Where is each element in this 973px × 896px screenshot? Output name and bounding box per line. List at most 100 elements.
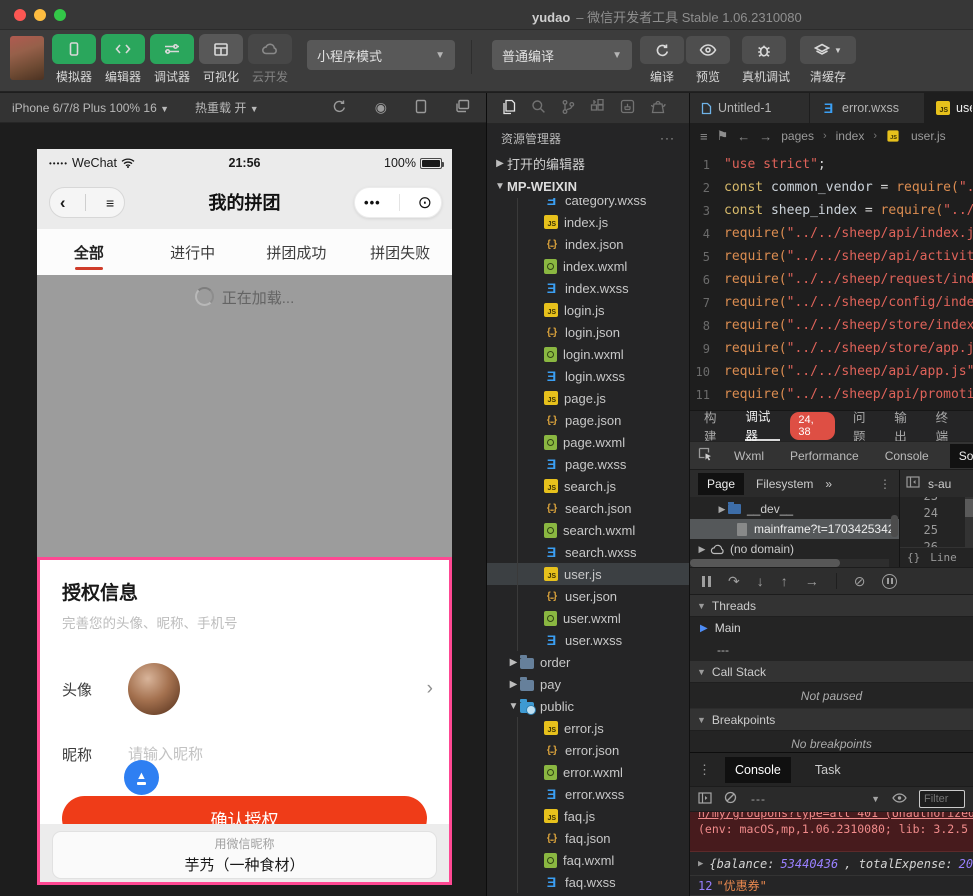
record-icon[interactable]: ◉	[375, 99, 387, 116]
file-row[interactable]: Ǝindex.wxss	[487, 277, 689, 299]
tab-console[interactable]: Console	[725, 757, 791, 783]
file-row[interactable]: {..}error.json	[487, 739, 689, 761]
console-error-entry[interactable]: h/my/groupons?type=all 401 (Unauthorized…	[690, 812, 973, 852]
tab-user-js[interactable]: JS user.js	[925, 93, 973, 123]
wechat-capsule[interactable]: ••• ⊙	[354, 187, 442, 218]
sitemap-icon[interactable]	[620, 99, 635, 117]
hot-reload-toggle[interactable]: 热重载 开 ▼	[195, 99, 259, 116]
code-line[interactable]: 8require("../../sheep/store/index.js"	[690, 314, 973, 337]
zoom-window-button[interactable]	[54, 9, 66, 21]
file-row[interactable]: JSerror.js	[487, 717, 689, 739]
bookmark-icon[interactable]: ⚑	[717, 128, 729, 144]
tab-page[interactable]: Page	[698, 473, 744, 495]
step-out-icon[interactable]: ↑	[781, 573, 788, 589]
tab-in-progress[interactable]: 进行中	[141, 229, 245, 275]
thread-main-row[interactable]: ▶Main	[690, 617, 973, 639]
file-row[interactable]: JSsearch.js	[487, 475, 689, 497]
tab-sources[interactable]: Sources	[950, 444, 973, 468]
visualize-toggle-button[interactable]: 可视化	[199, 34, 243, 85]
context-selector[interactable]: ---	[751, 792, 766, 806]
minimize-window-button[interactable]	[34, 9, 46, 21]
source-control-icon[interactable]	[561, 99, 575, 118]
file-row[interactable]: JSlogin.js	[487, 299, 689, 321]
more-tabs-icon[interactable]: »	[825, 477, 832, 491]
callstack-section[interactable]: ▼Call Stack	[690, 661, 973, 683]
file-row[interactable]: JSuser.js	[487, 563, 689, 585]
code-line[interactable]: 6require("../../sheep/request/index.js"	[690, 268, 973, 291]
back-arrow-icon[interactable]: ←	[737, 129, 750, 144]
horizontal-scrollbar[interactable]	[690, 559, 889, 567]
code-line[interactable]: 7require("../../sheep/config/index.js"	[690, 291, 973, 314]
editor-toggle-button[interactable]: 编辑器	[101, 34, 145, 85]
breakpoints-section[interactable]: ▼Breakpoints	[690, 709, 973, 731]
tab-filesystem[interactable]: Filesystem	[756, 477, 813, 491]
code-editor[interactable]: 1"use strict";2const common_vendor = req…	[690, 149, 973, 410]
clear-console-icon[interactable]	[724, 791, 737, 807]
tab-error-wxss[interactable]: Ǝ error.wxss	[810, 93, 925, 123]
tab-output[interactable]: 输出	[894, 407, 917, 445]
file-row[interactable]: {..}login.json	[487, 321, 689, 343]
open-editors-section[interactable]: ▶ 打开的编辑器	[487, 152, 689, 175]
code-line[interactable]: 5require("../../sheep/api/activity.js"	[690, 245, 973, 268]
remote-debug-button[interactable]: 真机调试	[742, 36, 786, 85]
tab-performance[interactable]: Performance	[785, 444, 864, 468]
tree-item-dev[interactable]: ▶ __dev__	[690, 499, 899, 519]
file-row[interactable]: faq.wxml	[487, 849, 689, 871]
files-icon[interactable]	[501, 99, 516, 118]
tab-task[interactable]: Task	[805, 757, 851, 783]
outline-icon[interactable]: ≡	[700, 129, 708, 144]
avatar-row[interactable]: 头像 ›	[62, 658, 433, 720]
file-row[interactable]: login.wxml	[487, 343, 689, 365]
tab-debugger[interactable]: 调试器	[745, 411, 780, 441]
scrollbar-thumb[interactable]	[891, 515, 898, 537]
tab-all[interactable]: 全部	[37, 229, 141, 275]
teapot-icon[interactable]	[650, 100, 667, 117]
file-row[interactable]: {..}search.json	[487, 497, 689, 519]
tree-item-mainframe[interactable]: mainframe?t=1703425342	[690, 519, 899, 539]
deactivate-breakpoints-icon[interactable]: ⊘	[854, 573, 866, 590]
wechat-nickname-suggestion[interactable]: 用微信昵称 芋艿（一种食材）	[52, 831, 437, 879]
file-row[interactable]: JSfaq.js	[487, 805, 689, 827]
device-selector[interactable]: iPhone 6/7/8 Plus 100% 16 ▼	[12, 101, 169, 115]
code-line[interactable]: 2const common_vendor = require("../../sh…	[690, 176, 973, 199]
file-row[interactable]: Ǝsearch.wxss	[487, 541, 689, 563]
file-row[interactable]: JSpage.js	[487, 387, 689, 409]
live-expression-eye-icon[interactable]	[892, 792, 907, 806]
folder-row[interactable]: ▼public	[487, 695, 689, 717]
step-icon[interactable]: →	[805, 573, 819, 589]
file-row[interactable]: Ǝuser.wxss	[487, 629, 689, 651]
pause-script-icon[interactable]	[702, 576, 711, 587]
close-window-button[interactable]	[14, 9, 26, 21]
extensions-icon[interactable]	[590, 99, 605, 117]
multi-window-icon[interactable]	[455, 99, 470, 116]
step-into-icon[interactable]: ↓	[757, 573, 764, 589]
file-row[interactable]: error.wxml	[487, 761, 689, 783]
collapse-sidebar-icon[interactable]	[906, 476, 920, 491]
file-row[interactable]: Ǝfaq.wxss	[487, 871, 689, 893]
inspect-element-icon[interactable]	[698, 447, 713, 464]
file-row[interactable]: {..}faq.json	[487, 827, 689, 849]
tree-item-no-domain[interactable]: ▶ (no domain)	[690, 539, 899, 559]
console-count-entry[interactable]: 12 "优惠券"	[690, 876, 973, 896]
folder-row[interactable]: ▶order	[487, 651, 689, 673]
file-row[interactable]: index.wxml	[487, 255, 689, 277]
code-line[interactable]: 4require("../../sheep/api/index.js"	[690, 222, 973, 245]
preview-button[interactable]: 预览	[686, 36, 730, 85]
vertical-scrollbar[interactable]	[965, 497, 973, 547]
debugger-toggle-button[interactable]: 调试器	[150, 34, 194, 85]
file-row[interactable]: {..}index.json	[487, 233, 689, 255]
file-row[interactable]: user.wxml	[487, 607, 689, 629]
kebab-menu-icon[interactable]: ⋮	[879, 477, 891, 491]
file-row[interactable]: {..}page.json	[487, 409, 689, 431]
search-icon[interactable]	[531, 99, 546, 117]
user-avatar[interactable]	[10, 36, 44, 80]
simulator-toggle-button[interactable]: 模拟器	[52, 34, 96, 85]
source-file-tab[interactable]: s-au	[928, 477, 951, 491]
folder-row[interactable]: ▶pay	[487, 673, 689, 695]
code-line[interactable]: 11require("../../sheep/api/promotion.js"	[690, 383, 973, 406]
expand-arrow-icon[interactable]: ▶	[698, 859, 703, 869]
pause-on-exceptions-icon[interactable]	[882, 574, 897, 589]
file-row[interactable]: Ǝpage.wxss	[487, 453, 689, 475]
code-line[interactable]: 3const sheep_index = require("../../shee…	[690, 199, 973, 222]
clear-cache-button[interactable]: ▼ 清缓存	[800, 36, 856, 85]
